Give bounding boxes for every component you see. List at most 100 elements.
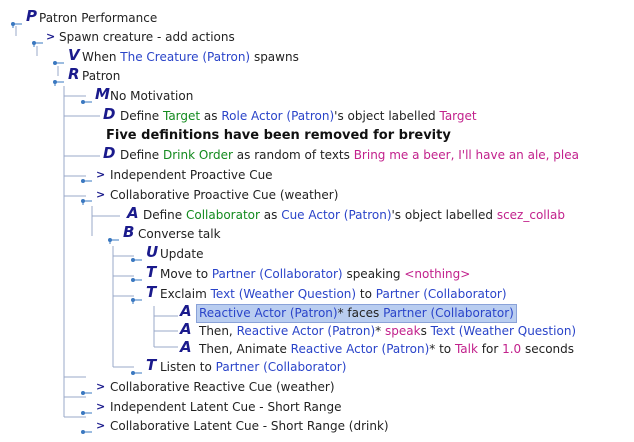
label-segment: Then, — [199, 324, 237, 338]
label-segment: Listen to — [160, 360, 216, 374]
collapsed-toggle-icon[interactable] — [80, 171, 92, 183]
action-letter-icon: A — [180, 338, 192, 356]
label-segment: spawns — [250, 50, 299, 64]
label-segment: s — [420, 324, 431, 338]
tree-row-label: Then, Animate Reactive Actor (Patron)* t… — [199, 339, 574, 359]
tree-row-label: Move to Partner (Collaborator) speaking … — [160, 264, 470, 284]
label-segment: * — [375, 324, 385, 338]
label-segment: Collaborative Reactive Cue (weather) — [110, 380, 335, 394]
label-segment: Converse talk — [138, 227, 221, 241]
label-segment: Define — [143, 208, 186, 222]
behaviour-letter-icon: B — [123, 223, 135, 241]
label-segment: 's object labelled — [334, 109, 440, 123]
label-segment: Drink Order — [162, 148, 233, 162]
label-segment: to — [356, 287, 376, 301]
label-segment: Collaborator — [185, 208, 260, 222]
tree-row-label: Patron Performance — [39, 8, 157, 28]
label-segment: Role Actor (Patron) — [221, 109, 335, 123]
action-letter-icon: A — [180, 320, 192, 338]
role-letter-icon: R — [68, 65, 80, 83]
label-segment: Patron — [82, 69, 121, 83]
label-segment: Update — [160, 247, 204, 261]
definition-letter-icon: D — [103, 144, 116, 162]
task-letter-icon: T — [146, 263, 157, 281]
label-segment: Spawn creature - add actions — [59, 30, 235, 44]
label-segment: The Creature (Patron) — [120, 50, 251, 64]
expanded-toggle-icon[interactable] — [10, 14, 22, 28]
label-segment: * faces — [337, 306, 384, 320]
tree-row-label: Define Drink Order as random of texts Br… — [120, 145, 579, 165]
label-segment: 's object labelled — [391, 208, 497, 222]
label-segment: speak — [385, 324, 421, 338]
label-segment: Cue Actor (Patron) — [281, 208, 392, 222]
expanded-toggle-icon[interactable] — [52, 72, 64, 86]
label-segment: seconds — [521, 342, 575, 356]
leaf-connector-icon — [80, 92, 92, 104]
label-segment: Partner (Collaborator) — [211, 267, 343, 281]
leaf-connector-icon — [52, 53, 64, 65]
task-letter-icon: T — [146, 356, 157, 374]
label-segment: Exclaim — [160, 287, 211, 301]
expanded-toggle-icon[interactable] — [31, 33, 43, 47]
tree-row-label: Patron — [82, 66, 120, 86]
label-segment: scez_collab — [496, 208, 565, 222]
label-segment: for — [477, 342, 503, 356]
label-segment: Reactive Actor (Patron) — [290, 342, 430, 356]
group-arrow-icon: > — [96, 419, 106, 432]
label-segment: as — [259, 208, 282, 222]
tree-row-label: Define Target as Role Actor (Patron)'s o… — [120, 106, 477, 126]
label-segment: Target — [439, 109, 477, 123]
label-segment: Text (Weather Question) — [210, 287, 357, 301]
collapsed-toggle-icon[interactable] — [80, 383, 92, 395]
tree-row-label: Independent Latent Cue - Short Range — [110, 397, 342, 417]
label-segment: Text (Weather Question) — [430, 324, 577, 338]
tree-row-label: Converse talk — [138, 224, 221, 244]
tree-row-label: No Motivation — [110, 86, 193, 106]
label-segment: No Motivation — [110, 89, 194, 103]
collapsed-toggle-icon[interactable] — [80, 403, 92, 415]
label-segment: Five definitions have been removed for b… — [106, 128, 451, 143]
label-segment: Collaborative Proactive Cue (weather) — [110, 188, 339, 202]
definition-letter-icon: D — [103, 105, 116, 123]
label-segment: Collaborative Latent Cue - Short Range (… — [110, 419, 389, 433]
expanded-toggle-icon[interactable] — [130, 290, 142, 304]
performance-letter-icon: P — [26, 7, 37, 25]
group-arrow-icon: > — [96, 400, 106, 413]
collapsed-toggle-icon[interactable] — [80, 422, 92, 434]
expanded-toggle-icon[interactable] — [107, 230, 119, 244]
label-segment: Independent Latent Cue - Short Range — [110, 400, 342, 414]
label-segment: Independent Proactive Cue — [110, 168, 273, 182]
tree-row-label: Collaborative Latent Cue - Short Range (… — [110, 416, 389, 436]
expanded-toggle-icon[interactable] — [80, 191, 92, 205]
group-arrow-icon: > — [96, 188, 106, 201]
group-arrow-icon: > — [46, 30, 56, 43]
update-letter-icon: U — [146, 243, 159, 261]
label-segment: Partner (Collaborator) — [215, 360, 347, 374]
group-arrow-icon: > — [96, 168, 106, 181]
label-segment: Target — [162, 109, 201, 123]
label-segment: speaking — [342, 267, 405, 281]
label-segment: Reactive Actor (Patron) — [236, 324, 376, 338]
label-segment: Reactive Actor (Patron) — [199, 306, 338, 320]
collapsed-toggle-icon[interactable] — [130, 270, 142, 282]
tree-row-label: Collaborative Proactive Cue (weather) — [110, 185, 338, 205]
action-letter-icon: A — [180, 302, 192, 320]
tree-row-label: When The Creature (Patron) spawns — [82, 47, 299, 67]
label-segment: Define — [120, 109, 163, 123]
collapsed-toggle-icon[interactable] — [130, 363, 142, 375]
label-segment: as random of texts — [232, 148, 354, 162]
label-segment: <nothing> — [404, 267, 471, 281]
event-letter-icon: V — [68, 46, 80, 64]
label-segment: as — [200, 109, 222, 123]
task-letter-icon: T — [146, 283, 157, 301]
label-segment: Define — [120, 148, 163, 162]
tree-row-label: Spawn creature - add actions — [59, 27, 235, 47]
group-arrow-icon: > — [96, 380, 106, 393]
action-letter-icon: A — [127, 204, 139, 222]
label-segment: * to — [429, 342, 455, 356]
label-segment: Partner (Collaborator) — [383, 306, 514, 320]
label-segment: Talk — [454, 342, 478, 356]
label-segment: Partner (Collaborator) — [375, 287, 507, 301]
tree-row-label: Then, Reactive Actor (Patron)* speaks Te… — [199, 321, 576, 341]
tree-row-label: Independent Proactive Cue — [110, 165, 273, 185]
